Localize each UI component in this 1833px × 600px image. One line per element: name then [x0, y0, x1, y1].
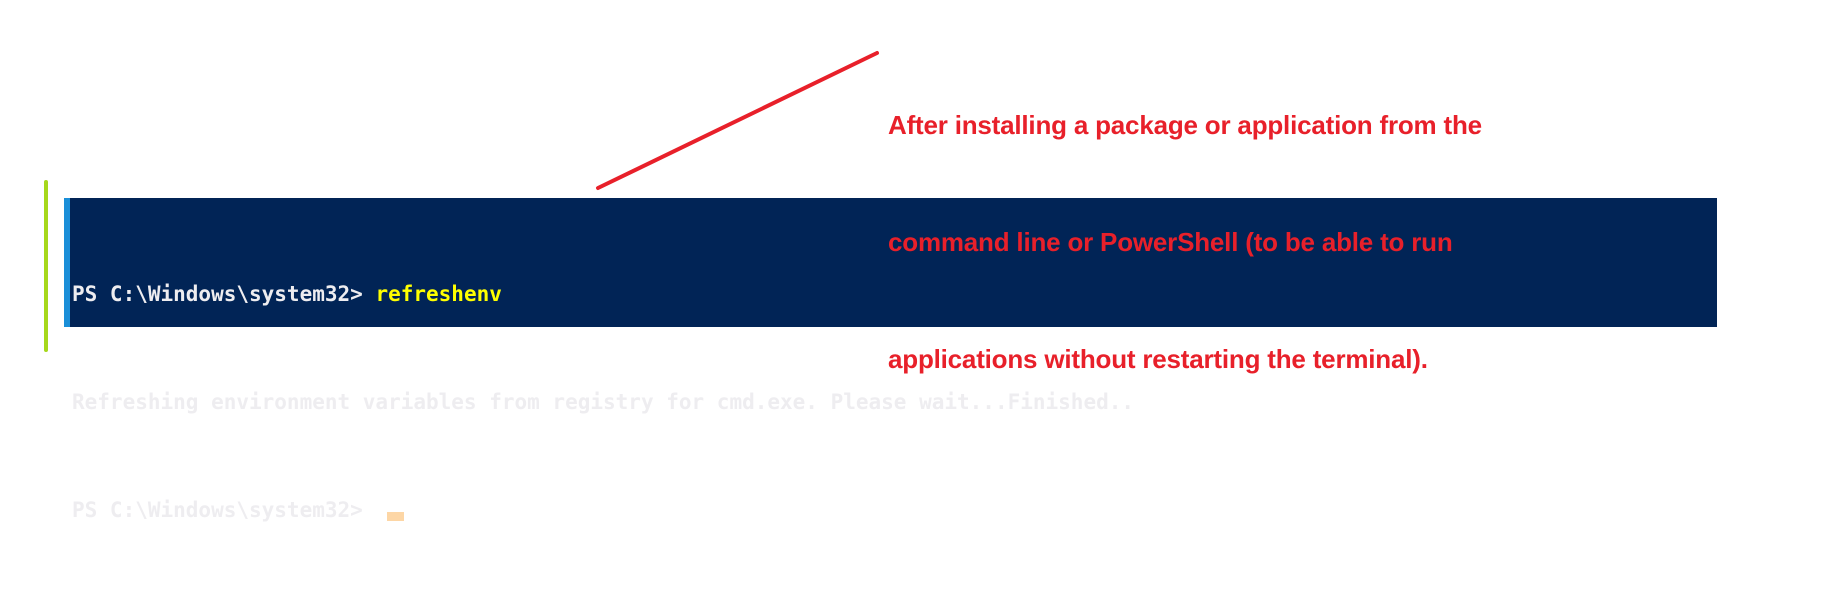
annotation-line: After installing a package or applicatio… — [888, 110, 1482, 140]
annotation-line: applications without restarting the term… — [888, 344, 1428, 374]
annotation-line: command line or PowerShell (to be able t… — [888, 227, 1453, 257]
annotation-callout: After installing a package or applicatio… — [888, 28, 1482, 418]
text-cursor — [387, 512, 405, 521]
